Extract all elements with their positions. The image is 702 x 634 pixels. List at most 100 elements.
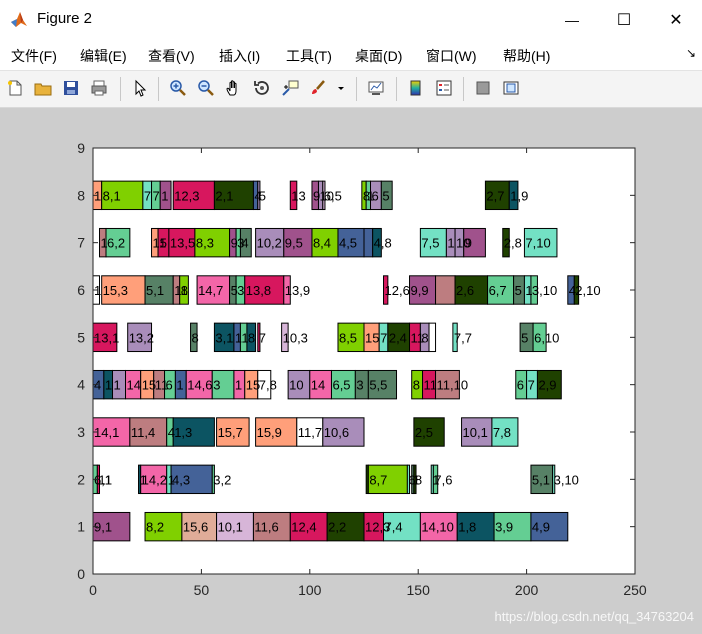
bar-label: 6,2 [107, 236, 125, 251]
x-tick-label: 150 [407, 582, 431, 598]
bar-label: 3,1 [215, 330, 233, 345]
hide-plot-tools-icon[interactable] [472, 77, 494, 99]
bar-label: 10,3 [283, 330, 308, 345]
y-tick-label: 4 [77, 377, 85, 393]
watermark: https://blog.csdn.net/qq_34763204 [494, 609, 695, 624]
bar-label: 3,10 [554, 472, 579, 487]
y-tick-label: 8 [77, 187, 85, 203]
data-cursor-icon[interactable] [279, 77, 301, 99]
bar-label: 8,1 [103, 188, 121, 203]
menu-tools[interactable]: 工具(T) [286, 46, 332, 66]
bar-label: 2,10 [575, 283, 600, 298]
print-icon[interactable] [88, 77, 110, 99]
show-plot-tools-icon[interactable] [500, 77, 522, 99]
bar-label: 7,8 [493, 425, 511, 440]
bar-label: 5,1 [146, 283, 164, 298]
bar-label: 5 [521, 330, 528, 345]
bar-label: 13,2 [129, 330, 154, 345]
bar-label: 15,7 [218, 425, 243, 440]
bar-label: 4,9 [532, 520, 550, 535]
menu-desktop[interactable]: 桌面(D) [355, 46, 402, 66]
rotate-3d-icon[interactable] [251, 77, 273, 99]
matlab-logo-icon [11, 12, 27, 27]
new-figure-icon[interactable] [4, 77, 26, 99]
bar-label: 1 [447, 236, 454, 251]
menu-edit[interactable]: 编辑(E) [80, 46, 127, 66]
y-tick-label: 7 [77, 235, 85, 251]
insert-legend-icon[interactable] [433, 77, 455, 99]
y-tick-label: 5 [77, 329, 85, 345]
title-bar: Figure 2 — ☐ ✕ [0, 0, 702, 40]
bar-label: 10,6 [324, 425, 349, 440]
maximize-button[interactable]: ☐ [598, 0, 650, 40]
bar-label: 5 [382, 188, 389, 203]
menu-insert[interactable]: 插入(I) [219, 46, 260, 66]
toolbar-separator [120, 77, 121, 101]
close-button[interactable]: ✕ [650, 0, 702, 40]
bar-label: 6 [166, 378, 173, 393]
y-tick-label: 9 [77, 140, 85, 156]
insert-colorbar-icon[interactable] [405, 77, 427, 99]
zoom-in-icon[interactable] [167, 77, 189, 99]
window-title: Figure 2 [37, 10, 93, 27]
bar-label: 8,3 [196, 236, 214, 251]
bar-label: 6,5 [332, 378, 350, 393]
pan-hand-icon[interactable] [223, 77, 245, 99]
bar-label: 8 [181, 283, 188, 298]
bar-label: 5 [515, 283, 522, 298]
bar-label: 1 [235, 378, 242, 393]
bar-label: 4,8 [374, 236, 392, 251]
figure-canvas: 9,1 8,2 15,6 10,1 11,6 12,4 2,2 12,3 7,4 14,10 1,8… [0, 108, 702, 634]
bar-label: 10,1 [218, 520, 243, 535]
bar-label: 3,9 [495, 520, 513, 535]
bar-label: 2,7 [486, 188, 504, 203]
bar-label: 11 [424, 378, 438, 393]
bar-label: 3 [213, 378, 220, 393]
y-tick-label: 1 [77, 519, 85, 535]
bar-label: 1 [161, 188, 168, 203]
menu-window[interactable]: 窗口(W) [426, 46, 477, 66]
menu-view[interactable]: 查看(V) [148, 46, 195, 66]
bar-label: 1 [159, 236, 166, 251]
y-tick-label: 0 [77, 566, 85, 582]
bar-label: 7,7 [454, 330, 472, 345]
bar-label: 8 [415, 472, 422, 487]
bar-label: 11,10 [437, 378, 469, 393]
brush-icon[interactable] [307, 77, 329, 99]
bar-label: 11,6 [254, 520, 278, 535]
bar-label: 2,5 [415, 425, 433, 440]
menu-overflow-icon[interactable]: ↘ [686, 46, 696, 60]
link-plot-icon[interactable] [365, 77, 387, 99]
bar-label: 7 [528, 378, 535, 393]
bar-label: 13,9 [285, 283, 310, 298]
bar-label: 13 [291, 188, 305, 203]
bar-label: 5,1 [532, 472, 550, 487]
gantt-chart[interactable]: 9,1 8,2 15,6 10,1 11,6 12,4 2,2 12,37,4 14,10 1,8… [0, 108, 702, 634]
bar-label: 7 [259, 330, 266, 345]
menu-file[interactable]: 文件(F) [11, 46, 57, 66]
bar-label: 8,2 [146, 520, 164, 535]
bar-label: 4 [241, 236, 248, 251]
menu-help[interactable]: 帮助(H) [503, 46, 550, 66]
plot-area [93, 148, 635, 574]
bar-label: 3 [356, 378, 363, 393]
bar-label: 8 [192, 330, 199, 345]
bar-label: 14 [127, 378, 141, 393]
bar-label: 6,7 [489, 283, 507, 298]
gantt-bar [363, 227, 374, 258]
open-file-icon[interactable] [32, 77, 54, 99]
bar-label: 4,3 [172, 472, 190, 487]
close-icon: ✕ [669, 12, 683, 29]
bar-label: 9,5 [285, 236, 303, 251]
bar-label: 1 [94, 188, 101, 203]
brush-dropdown-icon[interactable] [334, 77, 348, 99]
save-icon[interactable] [60, 77, 82, 99]
minimize-button[interactable]: — [546, 0, 598, 40]
edit-plot-arrow-icon[interactable] [129, 77, 151, 99]
zoom-out-icon[interactable] [195, 77, 217, 99]
bar-label: 2,4 [389, 330, 407, 345]
bar-label: 3,2 [213, 472, 231, 487]
x-tick-label: 50 [194, 582, 210, 598]
bar-label: 8,7 [369, 472, 387, 487]
bar-label: 14,6 [187, 378, 212, 393]
